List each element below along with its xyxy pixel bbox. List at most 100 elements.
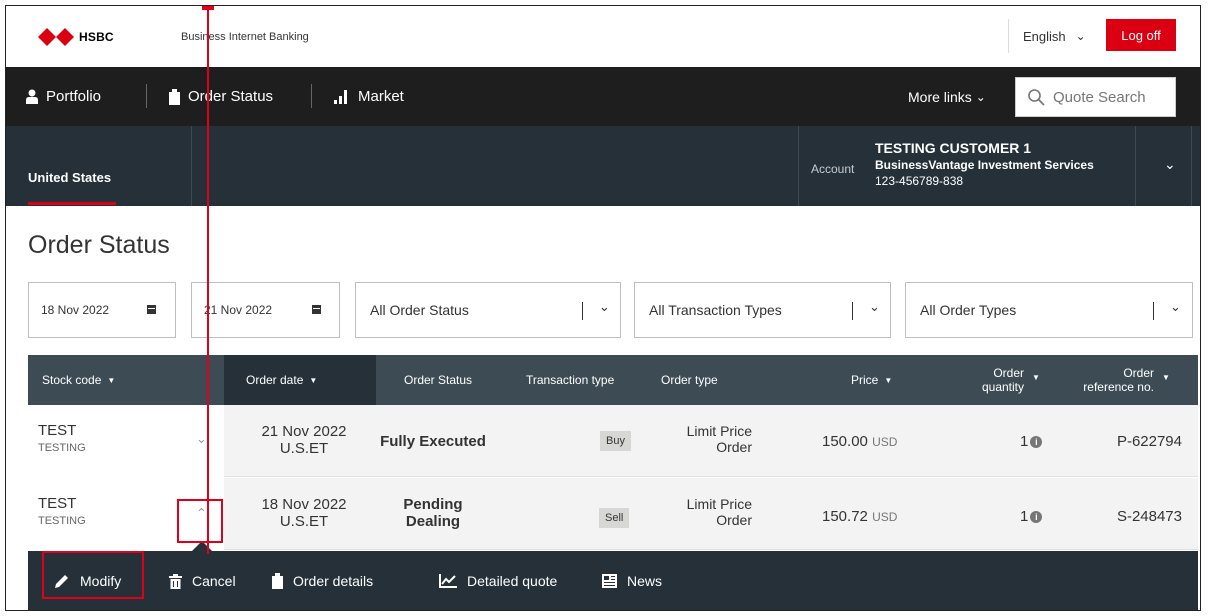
select-divider: [852, 302, 853, 320]
cancel-label: Cancel: [192, 573, 236, 589]
select-divider: [1153, 302, 1154, 320]
more-links-menu[interactable]: More links ⌄: [908, 67, 986, 126]
order-details-button[interactable]: Order details: [272, 551, 373, 610]
order-type-line2: Order: [716, 512, 752, 528]
hsbc-logo[interactable]: HSBC: [38, 28, 114, 46]
account-service-name: BusinessVantage Investment Services: [875, 158, 1094, 172]
sort-caret-icon: ▼: [309, 375, 318, 385]
to-date-value: 21 Nov 2022: [204, 303, 273, 317]
nav-label-market: Market: [358, 88, 404, 105]
stock-name: TESTING: [38, 442, 86, 454]
order-type-value: All Order Types: [920, 302, 1017, 318]
header-price[interactable]: Price ▼: [851, 355, 892, 405]
header-order-date[interactable]: Order date ▼: [246, 355, 317, 405]
annotation-arrow-head: [202, 6, 214, 10]
quote-search-input[interactable]: Quote Search: [1015, 77, 1176, 117]
header-order-reference[interactable]: Order reference no.: [1068, 355, 1154, 405]
order-reference: P-622794: [1116, 433, 1182, 450]
chevron-down-icon: ⌄: [869, 299, 880, 314]
stock-code: TEST: [38, 495, 77, 512]
sort-caret-icon: ▼: [1162, 373, 1170, 382]
quantity: 1i: [1020, 508, 1043, 525]
search-icon: [1028, 88, 1045, 106]
chevron-down-icon[interactable]: ⌄: [196, 431, 207, 447]
cancel-button[interactable]: Cancel: [169, 551, 236, 610]
order-type: Limit Price Order: [628, 496, 752, 528]
price-value: 150.72: [822, 508, 868, 525]
annotation-highlight-modify: [42, 551, 144, 599]
order-status: Pending Dealing: [368, 496, 498, 530]
header-order-reference-line1: Order: [1123, 366, 1154, 380]
bar-chart-icon: [334, 89, 347, 104]
order-status-select[interactable]: All Order Status ⌄: [355, 282, 621, 338]
sort-caret-icon: ▼: [884, 375, 893, 385]
chevron-down-icon: ⌄: [1170, 299, 1181, 314]
tab-united-states[interactable]: United States: [28, 170, 111, 185]
order-date-line2: U.S.ET: [279, 513, 329, 530]
price-value: 150.00: [822, 433, 868, 450]
page-title: Order Status: [28, 231, 170, 259]
news-button[interactable]: News: [602, 551, 662, 610]
detailed-quote-button[interactable]: Detailed quote: [439, 551, 558, 610]
nav-label-order-status: Order Status: [188, 88, 274, 105]
quote-search-placeholder: Quote Search: [1053, 88, 1146, 106]
header-order-status: Order Status: [404, 373, 473, 387]
more-links-label: More links: [908, 88, 972, 105]
header-order-quantity-line2: quantity: [981, 380, 1024, 394]
transaction-type-value: All Transaction Types: [649, 302, 782, 318]
calendar-icon: [312, 305, 321, 314]
chevron-down-icon[interactable]: ⌄: [1164, 156, 1176, 173]
quantity-value: 1: [1020, 508, 1029, 525]
price: 150.72 USD: [822, 508, 897, 525]
account-label: Account: [811, 162, 855, 176]
calendar-icon: [147, 305, 156, 314]
from-date-field[interactable]: 18 Nov 2022: [28, 282, 176, 338]
brand-name: HSBC: [79, 30, 114, 44]
logoff-button[interactable]: Log off: [1106, 19, 1176, 51]
transaction-badge: Sell: [599, 508, 630, 528]
info-icon[interactable]: i: [1030, 511, 1043, 523]
order-type: Limit Price Order: [628, 423, 752, 455]
nav-divider: [311, 84, 312, 108]
sort-caret-icon: ▼: [107, 375, 116, 385]
hsbc-hexagon-icon: [38, 28, 74, 46]
trash-icon: [169, 573, 182, 589]
to-date-field[interactable]: 21 Nov 2022: [191, 282, 340, 338]
info-icon[interactable]: i: [1030, 436, 1043, 448]
nav-item-market[interactable]: Market: [334, 67, 404, 126]
transaction-badge: Buy: [600, 431, 631, 451]
order-date: 18 Nov 2022 U.S.ET: [234, 496, 374, 530]
transaction-type-select[interactable]: All Transaction Types ⌄: [634, 282, 891, 338]
annotation-arrow-line: [207, 6, 209, 554]
filter-bar: 18 Nov 2022 21 Nov 2022 All Order Status…: [28, 282, 1198, 338]
chevron-down-icon: ⌄: [975, 89, 986, 104]
main-nav: Portfolio Order Status Market More links…: [6, 67, 1200, 126]
header-order-quantity[interactable]: Order quantity: [962, 355, 1024, 405]
stock-code: TEST: [38, 422, 77, 439]
chevron-down-icon: ⌄: [599, 299, 610, 314]
header-transaction-type: Transaction type: [526, 373, 615, 387]
nav-item-portfolio[interactable]: Portfolio: [26, 67, 101, 126]
person-icon: [26, 89, 38, 104]
nav-divider: [146, 84, 147, 108]
header-stock-code[interactable]: Stock code ▼: [42, 355, 115, 405]
top-bar: HSBC Business Internet Banking English ⌄…: [6, 6, 1200, 67]
row-action-bar: Modify Cancel Order details Detailed quo…: [28, 551, 1198, 610]
header-order-reference-line2: reference no.: [1083, 380, 1154, 394]
clipboard-icon: [272, 573, 283, 589]
sort-caret-icon: ▼: [1032, 373, 1040, 382]
nav-label-portfolio: Portfolio: [46, 88, 102, 105]
header-order-date-label: Order date: [246, 373, 304, 387]
account-selector[interactable]: Account TESTING CUSTOMER 1 BusinessVanta…: [798, 126, 1136, 206]
order-status-line1: Pending: [403, 496, 463, 513]
table-row[interactable]: TEST TESTING ⌄ 21 Nov 2022 U.S.ET Fully …: [28, 405, 1198, 477]
detailed-quote-label: Detailed quote: [467, 573, 558, 589]
app-window: HSBC Business Internet Banking English ⌄…: [5, 5, 1201, 611]
annotation-highlight-expand: [177, 499, 223, 543]
news-icon: [602, 574, 617, 588]
order-reference: S-248473: [1116, 508, 1182, 525]
divider: [191, 126, 192, 206]
nav-item-order-status[interactable]: Order Status: [169, 67, 273, 126]
order-type-select[interactable]: All Order Types ⌄: [905, 282, 1193, 338]
language-selector[interactable]: English ⌄: [1008, 19, 1086, 53]
